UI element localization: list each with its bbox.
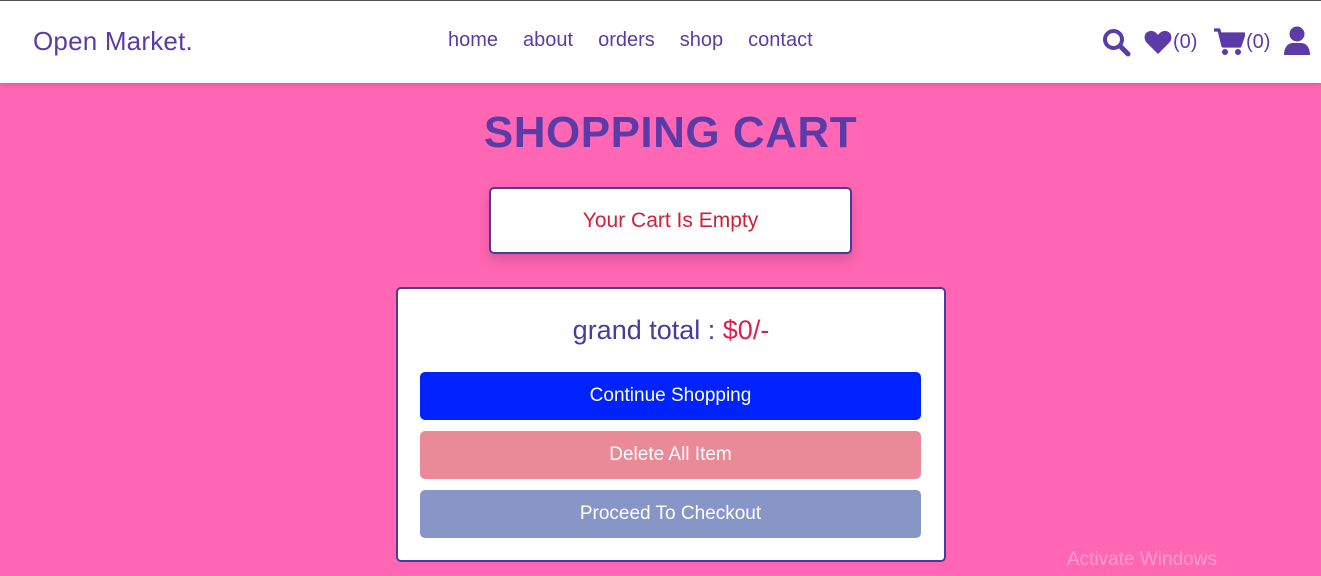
- cart-button[interactable]: (0): [1213, 28, 1270, 56]
- delete-all-items-button[interactable]: Delete All Item: [420, 431, 921, 479]
- cart-total-panel: grand total : $0/- Continue Shopping Del…: [396, 287, 946, 562]
- wishlist-count: (0): [1173, 30, 1198, 53]
- search-icon: [1103, 29, 1131, 57]
- nav-link-about[interactable]: about: [523, 29, 573, 52]
- cart-count: (0): [1246, 30, 1271, 53]
- heart-icon: [1144, 30, 1172, 54]
- nav-link-shop[interactable]: shop: [680, 29, 723, 52]
- empty-cart-message: Your Cart Is Empty: [582, 208, 759, 232]
- grand-total-label: grand total :: [572, 315, 723, 345]
- nav-link-home[interactable]: home: [448, 29, 498, 52]
- grand-total: grand total : $0/-: [398, 315, 944, 346]
- user-icon: [1284, 26, 1310, 55]
- main-nav: home about orders shop contact: [448, 29, 813, 52]
- cart-icon: [1214, 28, 1245, 55]
- empty-cart-message-box: Your Cart Is Empty: [489, 187, 852, 254]
- search-button[interactable]: [1102, 28, 1131, 57]
- site-logo[interactable]: Open Market.: [33, 26, 193, 57]
- wishlist-button[interactable]: (0): [1144, 29, 1197, 55]
- nav-link-orders[interactable]: orders: [598, 29, 655, 52]
- grand-total-value: $0/-: [722, 315, 770, 345]
- account-button[interactable]: [1284, 26, 1310, 56]
- proceed-to-checkout-button[interactable]: Proceed To Checkout: [420, 490, 921, 538]
- continue-shopping-button[interactable]: Continue Shopping: [420, 372, 921, 420]
- activate-windows-watermark: Activate Windows: [1067, 549, 1217, 570]
- site-header: Open Market. home about orders shop cont…: [0, 1, 1321, 83]
- nav-link-contact[interactable]: contact: [748, 29, 812, 52]
- page-title: SHOPPING CART: [483, 108, 858, 157]
